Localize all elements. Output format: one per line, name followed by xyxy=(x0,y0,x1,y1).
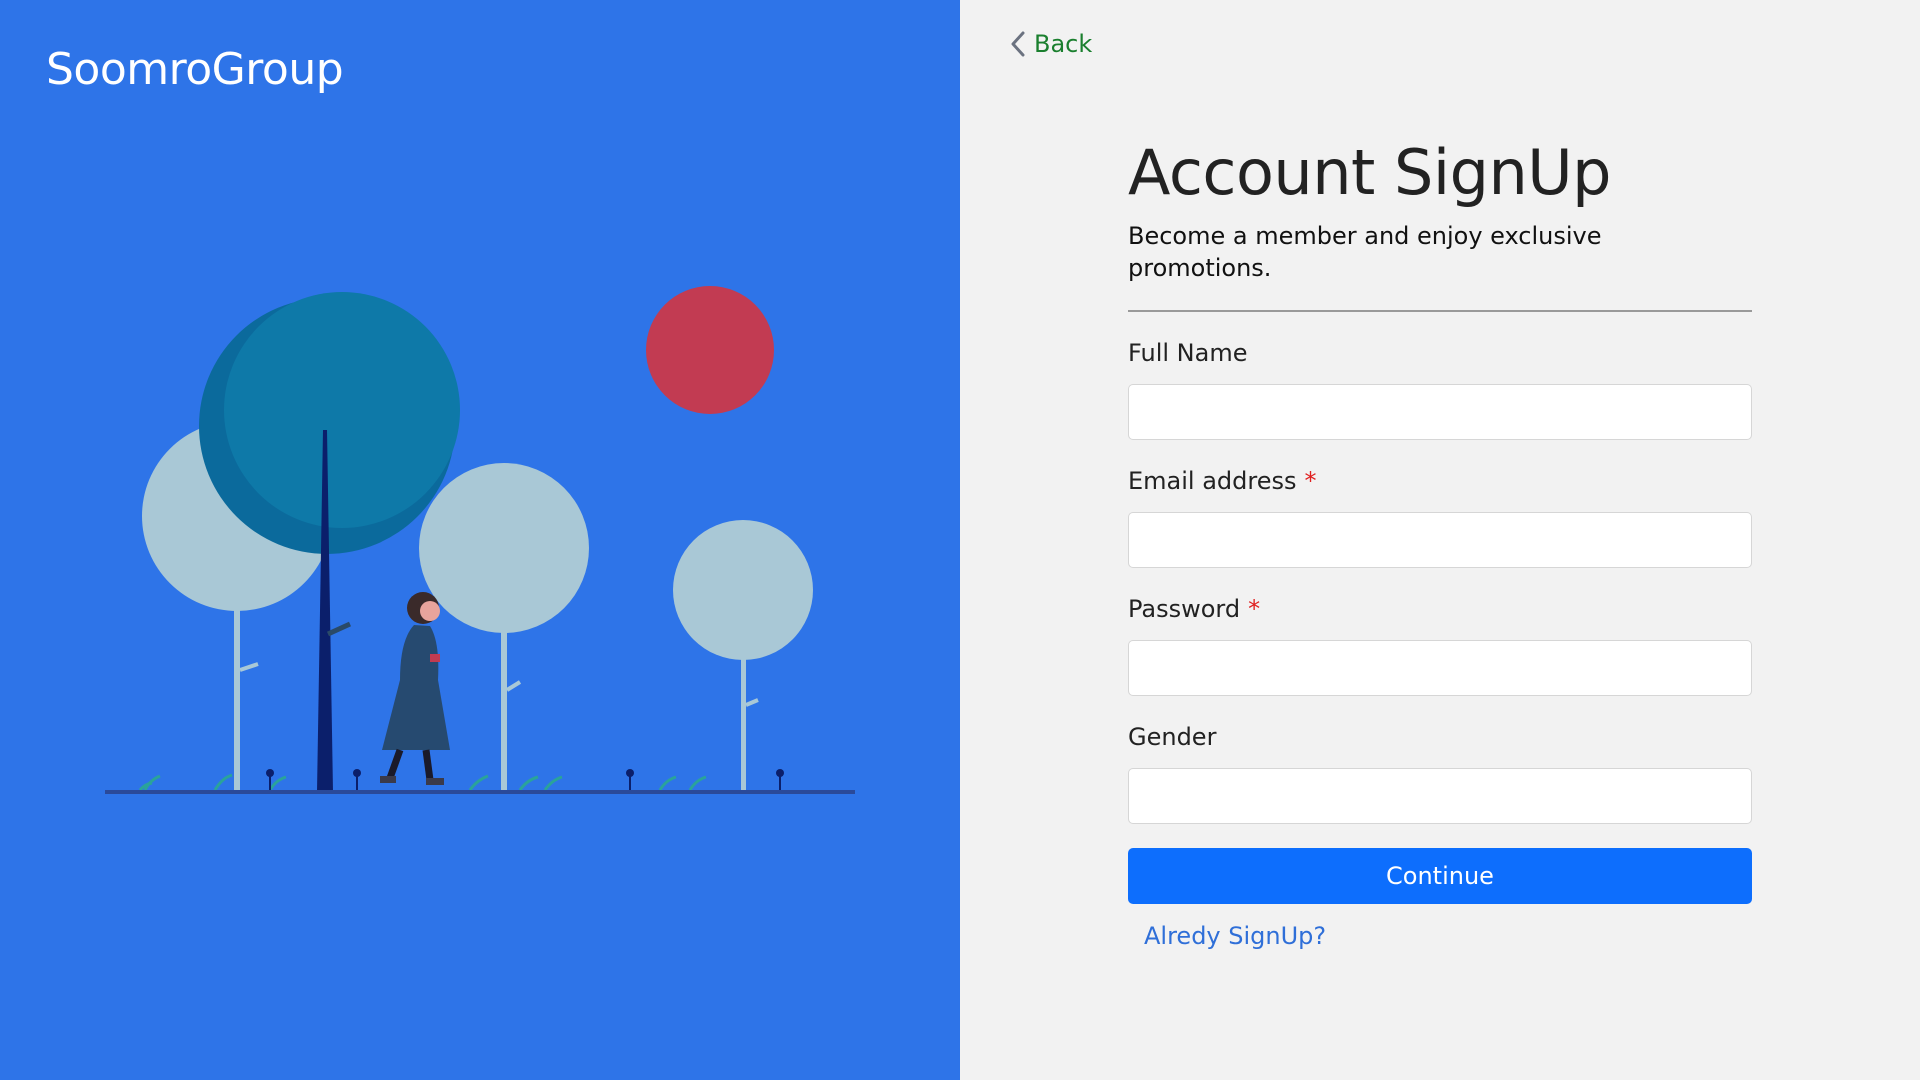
password-label-text: Password xyxy=(1128,595,1241,623)
password-label: Password * xyxy=(1128,594,1752,624)
brand-logo: SoomroGroup xyxy=(46,44,344,95)
divider xyxy=(1128,310,1752,312)
required-asterisk: * xyxy=(1248,595,1261,623)
back-link[interactable]: Back xyxy=(1008,30,1092,58)
chevron-left-icon xyxy=(1011,31,1025,57)
signup-form: Account SignUp Become a member and enjoy… xyxy=(1128,136,1752,950)
woman-figure xyxy=(380,592,450,785)
tree-trunk-right xyxy=(741,655,746,790)
email-label: Email address * xyxy=(1128,466,1752,496)
full-name-input[interactable] xyxy=(1128,384,1752,440)
full-name-label: Full Name xyxy=(1128,338,1752,368)
back-link-label: Back xyxy=(1034,30,1093,58)
tree-dark xyxy=(224,292,460,528)
gender-field: Gender xyxy=(1128,722,1752,824)
password-field: Password * xyxy=(1128,594,1752,696)
full-name-field: Full Name xyxy=(1128,338,1752,440)
walking-woman-illustration xyxy=(105,286,855,794)
email-label-text: Email address xyxy=(1128,467,1297,495)
tree-light-middle xyxy=(419,463,589,633)
password-input[interactable] xyxy=(1128,640,1752,696)
grass-tufts xyxy=(138,773,707,791)
gender-input[interactable] xyxy=(1128,768,1752,824)
gender-label-text: Gender xyxy=(1128,723,1217,751)
tree-branch-left xyxy=(239,662,259,672)
brand-panel: SoomroGroup xyxy=(0,0,960,1080)
gender-label: Gender xyxy=(1128,722,1752,752)
tree-light-right xyxy=(673,520,813,660)
continue-button[interactable]: Continue xyxy=(1128,848,1752,904)
required-asterisk: * xyxy=(1304,467,1317,495)
tree-branch-right xyxy=(745,698,759,707)
sun-shape xyxy=(646,286,774,414)
email-input[interactable] xyxy=(1128,512,1752,568)
already-signed-up-link[interactable]: Alredy SignUp? xyxy=(1144,922,1326,950)
tree-trunk-middle xyxy=(501,625,507,790)
full-name-label-text: Full Name xyxy=(1128,339,1248,367)
email-field: Email address * xyxy=(1128,466,1752,568)
page-title: Account SignUp xyxy=(1128,136,1612,209)
signup-page: SoomroGroup Back Account SignUp Become a… xyxy=(0,0,1920,1080)
flower-buds xyxy=(266,769,784,790)
tree-branch-middle xyxy=(505,680,522,692)
tree-branch-dark xyxy=(326,621,352,637)
tree-trunk-left xyxy=(234,600,240,790)
page-subtitle: Become a member and enjoy exclusive prom… xyxy=(1128,222,1602,282)
